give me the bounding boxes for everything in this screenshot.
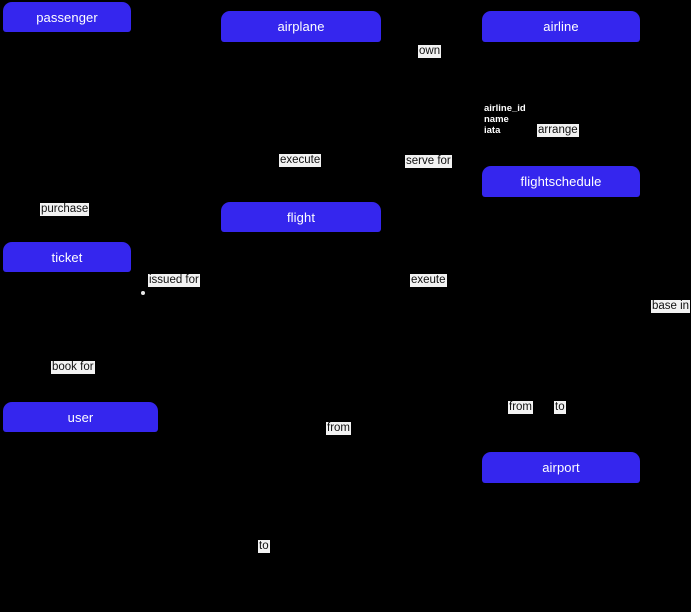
entity-flight[interactable]: flight	[221, 202, 381, 232]
attribute-airline-0: airline_id	[484, 103, 526, 114]
edge-label-base-in[interactable]: base in	[651, 300, 691, 313]
entity-flightschedule[interactable]: flightschedule	[482, 166, 640, 197]
attribute-airline-2: iata	[484, 125, 501, 136]
attribute-list-airline: airline_id name iata	[484, 103, 526, 136]
entity-airline[interactable]: airline	[482, 11, 640, 42]
entity-label: airport	[542, 460, 580, 475]
ticket-connector-dot	[141, 291, 145, 295]
entity-airplane[interactable]: airplane	[221, 11, 381, 42]
edge-label-purchase[interactable]: purchase	[40, 203, 90, 216]
entity-passenger[interactable]: passenger	[3, 2, 131, 32]
edge-label-book-for[interactable]: book for	[51, 361, 95, 374]
entity-user[interactable]: user	[3, 402, 158, 432]
edge-label-arrange[interactable]: arrange	[537, 124, 579, 137]
edge-label-from-right[interactable]: from	[508, 401, 533, 414]
entity-airport[interactable]: airport	[482, 452, 640, 483]
entity-label: flightschedule	[520, 174, 602, 189]
entity-ticket[interactable]: ticket	[3, 242, 131, 272]
entity-label: airline	[543, 19, 579, 34]
edge-label-exeute[interactable]: exeute	[410, 274, 447, 287]
entity-label: flight	[286, 209, 316, 225]
entity-label: user	[67, 409, 94, 425]
er-diagram-canvas: passenger airplane airline flight flightsche…	[0, 0, 691, 612]
entity-label: ticket	[51, 249, 83, 265]
edge-label-own[interactable]: own	[418, 45, 442, 58]
edge-label-issued-for[interactable]: issued for	[148, 274, 200, 287]
edge-label-serve-for[interactable]: serve for	[405, 155, 452, 168]
edge-label-from-mid[interactable]: from	[326, 422, 351, 435]
edge-label-to-bottom[interactable]: to	[258, 540, 270, 553]
edge-label-to-right[interactable]: to	[554, 401, 566, 414]
edge-label-execute[interactable]: execute	[279, 154, 322, 167]
entity-label: passenger	[36, 9, 98, 25]
attribute-airline-1: name	[484, 114, 509, 125]
entity-label: airplane	[277, 19, 325, 34]
